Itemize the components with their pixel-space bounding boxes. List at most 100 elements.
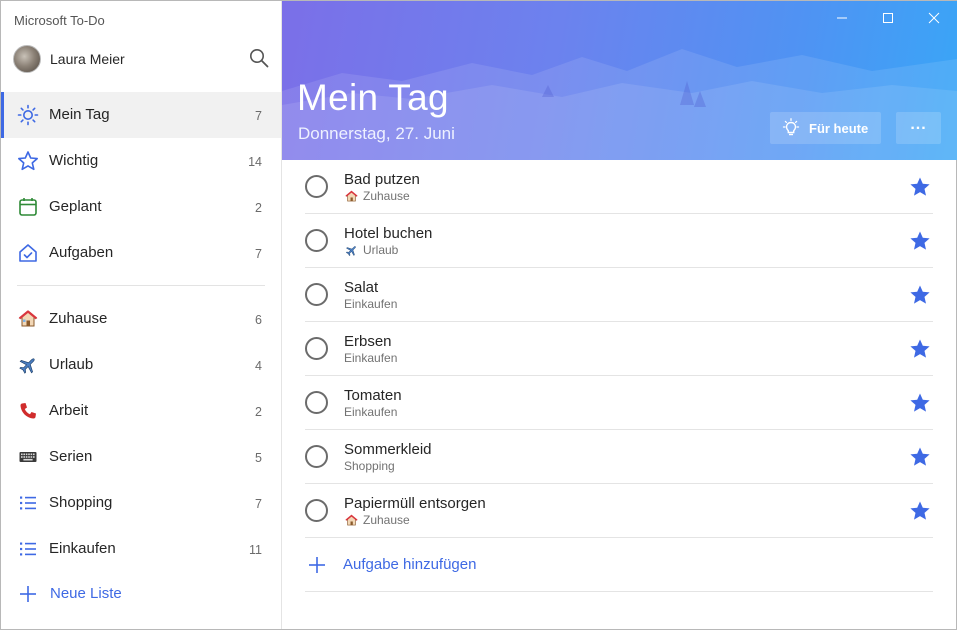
star-filled-icon[interactable] bbox=[909, 392, 931, 414]
maximize-icon bbox=[883, 13, 893, 23]
add-task-label: Aufgabe hinzufügen bbox=[343, 556, 477, 573]
calendar-icon bbox=[17, 196, 39, 218]
task-list-name: Zuhause bbox=[363, 513, 410, 527]
house-check-icon bbox=[17, 242, 39, 264]
sidebar-item-shopping[interactable]: Shopping 7 bbox=[1, 480, 281, 526]
complete-checkbox[interactable] bbox=[305, 391, 328, 414]
task-list: Bad putzen Zuhause Hotel buchen Urlaub S… bbox=[305, 160, 933, 592]
house-emoji-icon bbox=[17, 308, 39, 330]
sidebar-divider bbox=[17, 285, 265, 286]
task-row[interactable]: Erbsen Einkaufen bbox=[305, 322, 933, 376]
header-banner: Mein Tag Donnerstag, 27. Juni Für heute … bbox=[282, 1, 957, 160]
task-list-name: Zuhause bbox=[363, 189, 410, 203]
sidebar-item-urlaub[interactable]: Urlaub 4 bbox=[1, 342, 281, 388]
sidebar-item-label: Geplant bbox=[49, 198, 102, 215]
complete-checkbox[interactable] bbox=[305, 445, 328, 468]
fuer-heute-button[interactable]: Für heute bbox=[770, 112, 881, 144]
list-icon bbox=[17, 538, 39, 560]
star-filled-icon[interactable] bbox=[909, 284, 931, 306]
sidebar-item-label: Wichtig bbox=[49, 152, 99, 169]
lightbulb-icon bbox=[781, 118, 801, 138]
task-meta: Einkaufen bbox=[344, 351, 397, 365]
minimize-button[interactable] bbox=[819, 1, 865, 35]
app-title: Microsoft To-Do bbox=[14, 13, 105, 28]
sidebar-item-count: 6 bbox=[255, 313, 262, 327]
star-filled-icon[interactable] bbox=[909, 176, 931, 198]
app-window: Microsoft To-Do Laura Meier Mein Tag 7 W… bbox=[0, 0, 957, 630]
sidebar-item-count: 2 bbox=[255, 405, 262, 419]
complete-checkbox[interactable] bbox=[305, 337, 328, 360]
task-list-name: Einkaufen bbox=[344, 351, 398, 365]
plus-icon bbox=[309, 557, 325, 573]
search-button[interactable] bbox=[247, 46, 271, 70]
complete-checkbox[interactable] bbox=[305, 175, 328, 198]
sidebar-item-label: Aufgaben bbox=[49, 244, 114, 261]
maximize-button[interactable] bbox=[865, 1, 911, 35]
complete-checkbox[interactable] bbox=[305, 499, 328, 522]
task-title: Sommerkleid bbox=[344, 441, 432, 458]
task-row[interactable]: Hotel buchen Urlaub bbox=[305, 214, 933, 268]
sidebar-item-count: 5 bbox=[255, 451, 262, 465]
sidebar-item-label: Serien bbox=[49, 448, 93, 465]
sidebar-item-einkaufen[interactable]: Einkaufen 11 bbox=[1, 526, 281, 572]
task-meta: Einkaufen bbox=[344, 297, 397, 311]
sidebar-item-count: 7 bbox=[255, 497, 262, 511]
add-task-button[interactable]: Aufgabe hinzufügen bbox=[305, 538, 933, 592]
avatar[interactable] bbox=[13, 45, 41, 73]
sidebar-item-count: 2 bbox=[255, 201, 262, 215]
task-row[interactable]: Papiermüll entsorgen Zuhause bbox=[305, 484, 933, 538]
task-meta: Zuhause bbox=[344, 513, 410, 527]
sidebar-item-label: Zuhause bbox=[49, 310, 108, 327]
sidebar-item-aufgaben[interactable]: Aufgaben 7 bbox=[1, 230, 281, 276]
star-outline-icon bbox=[17, 150, 39, 172]
telephone-emoji-icon bbox=[17, 400, 39, 422]
sun-icon bbox=[17, 104, 39, 126]
task-meta: Shopping bbox=[344, 459, 395, 473]
task-list-name: Shopping bbox=[344, 459, 395, 473]
sidebar: Microsoft To-Do Laura Meier Mein Tag 7 W… bbox=[1, 1, 282, 629]
sidebar-item-arbeit[interactable]: Arbeit 2 bbox=[1, 388, 281, 434]
sidebar-item-geplant[interactable]: Geplant 2 bbox=[1, 184, 281, 230]
star-filled-icon[interactable] bbox=[909, 338, 931, 360]
task-title: Tomaten bbox=[344, 387, 402, 404]
star-filled-icon[interactable] bbox=[909, 500, 931, 522]
profile[interactable]: Laura Meier bbox=[13, 44, 271, 74]
sidebar-item-zuhause[interactable]: Zuhause 6 bbox=[1, 296, 281, 342]
profile-name: Laura Meier bbox=[50, 51, 125, 67]
task-row[interactable]: Tomaten Einkaufen bbox=[305, 376, 933, 430]
sidebar-item-count: 7 bbox=[255, 109, 262, 123]
sidebar-item-label: Shopping bbox=[49, 494, 113, 511]
minimize-icon bbox=[837, 17, 847, 19]
task-list-name: Einkaufen bbox=[344, 405, 398, 419]
task-row[interactable]: Salat Einkaufen bbox=[305, 268, 933, 322]
sidebar-item-label: Urlaub bbox=[49, 356, 94, 373]
sidebar-item-count: 11 bbox=[249, 543, 262, 557]
sidebar-item-wichtig[interactable]: Wichtig 14 bbox=[1, 138, 281, 184]
close-icon bbox=[928, 12, 940, 24]
star-filled-icon[interactable] bbox=[909, 446, 931, 468]
fuer-heute-label: Für heute bbox=[809, 120, 869, 136]
more-options-label: ... bbox=[910, 116, 927, 133]
sidebar-item-serien[interactable]: Serien 5 bbox=[1, 434, 281, 480]
new-list-button[interactable]: Neue Liste bbox=[1, 571, 281, 617]
new-list-label: Neue Liste bbox=[50, 585, 122, 602]
sidebar-item-label: Einkaufen bbox=[49, 540, 116, 557]
more-options-button[interactable]: ... bbox=[896, 112, 941, 144]
complete-checkbox[interactable] bbox=[305, 283, 328, 306]
sidebar-nav: Mein Tag 7 Wichtig 14 Geplant 2 Aufgaben… bbox=[1, 92, 281, 572]
task-title: Papiermüll entsorgen bbox=[344, 495, 486, 512]
task-row[interactable]: Bad putzen Zuhause bbox=[305, 160, 933, 214]
sidebar-item-mein-tag[interactable]: Mein Tag 7 bbox=[1, 92, 281, 138]
page-title: Mein Tag bbox=[297, 77, 449, 118]
task-meta: Einkaufen bbox=[344, 405, 397, 419]
airplane-emoji-icon bbox=[17, 354, 39, 376]
task-title: Hotel buchen bbox=[344, 225, 433, 242]
close-button[interactable] bbox=[911, 1, 957, 35]
keyboard-emoji-icon bbox=[17, 446, 39, 468]
plus-icon bbox=[17, 583, 39, 605]
complete-checkbox[interactable] bbox=[305, 229, 328, 252]
task-row[interactable]: Sommerkleid Shopping bbox=[305, 430, 933, 484]
task-meta: Zuhause bbox=[344, 189, 410, 203]
star-filled-icon[interactable] bbox=[909, 230, 931, 252]
task-title: Bad putzen bbox=[344, 171, 420, 188]
